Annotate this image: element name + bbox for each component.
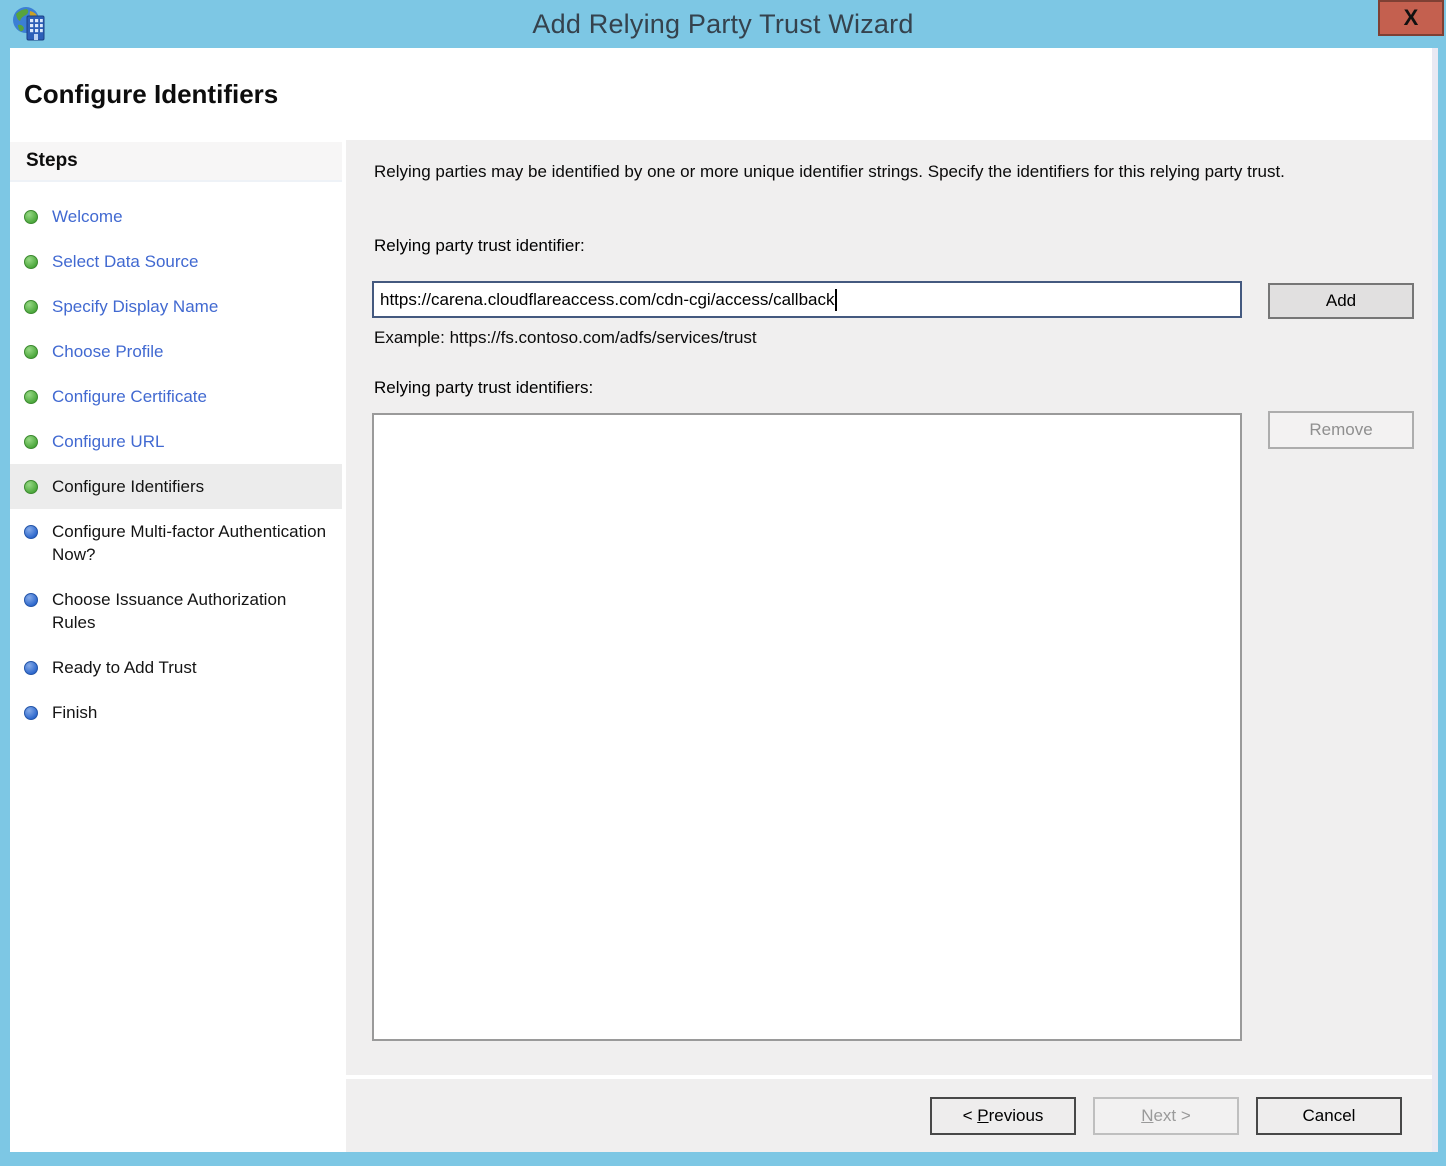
next-button-label: Next >	[1141, 1106, 1191, 1126]
adfs-app-icon	[10, 5, 50, 43]
page-title: Configure Identifiers	[24, 79, 278, 110]
wizard-footer: < Previous Next > Cancel	[346, 1079, 1432, 1152]
step-label: Select Data Source	[52, 250, 198, 273]
step-label: Configure URL	[52, 430, 164, 453]
identifier-example-text: Example: https://fs.contoso.com/adfs/ser…	[374, 328, 757, 348]
identifier-input-value: https://carena.cloudflareaccess.com/cdn-…	[380, 290, 834, 310]
step-done-dot-icon	[24, 435, 38, 449]
close-button[interactable]: X	[1378, 0, 1444, 36]
step-todo-dot-icon	[24, 706, 38, 720]
sidebar-item-finish: Finish	[10, 690, 342, 735]
sidebar-item-select-data-source[interactable]: Select Data Source	[10, 239, 342, 284]
identifier-input-label: Relying party trust identifier:	[374, 236, 585, 256]
step-done-dot-icon	[24, 480, 38, 494]
page-header: Configure Identifiers	[10, 48, 1432, 140]
steps-sidebar: Steps Welcome Select Data Source Specify…	[10, 140, 342, 1152]
step-done-dot-icon	[24, 345, 38, 359]
text-caret	[835, 289, 837, 311]
step-label: Configure Certificate	[52, 385, 207, 408]
add-button[interactable]: Add	[1268, 283, 1414, 319]
relying-party-identifier-input[interactable]: https://carena.cloudflareaccess.com/cdn-…	[372, 281, 1242, 318]
steps-header: Steps	[10, 142, 342, 182]
close-icon: X	[1404, 5, 1419, 31]
step-done-dot-icon	[24, 255, 38, 269]
sidebar-item-specify-display-name[interactable]: Specify Display Name	[10, 284, 342, 329]
step-todo-dot-icon	[24, 525, 38, 539]
step-label: Configure Identifiers	[52, 475, 204, 498]
step-label: Choose Profile	[52, 340, 164, 363]
step-label: Welcome	[52, 205, 123, 228]
previous-button[interactable]: < Previous	[930, 1097, 1076, 1135]
wizard-window: Configure Identifiers Steps Welcome Sele…	[10, 48, 1438, 1152]
panel-description: Relying parties may be identified by one…	[374, 158, 1394, 185]
title-bar: Add Relying Party Trust Wizard X	[0, 0, 1446, 48]
cancel-button-label: Cancel	[1303, 1106, 1356, 1126]
sidebar-item-configure-identifiers[interactable]: Configure Identifiers	[10, 464, 342, 509]
step-label: Finish	[52, 701, 97, 724]
identifiers-list-label: Relying party trust identifiers:	[374, 378, 593, 398]
sidebar-item-configure-url[interactable]: Configure URL	[10, 419, 342, 464]
step-label: Ready to Add Trust	[52, 656, 197, 679]
step-label: Configure Multi-factor Authentication No…	[52, 520, 332, 566]
add-button-label: Add	[1326, 291, 1356, 311]
step-label: Choose Issuance Authorization Rules	[52, 588, 332, 634]
cancel-button[interactable]: Cancel	[1256, 1097, 1402, 1135]
sidebar-item-ready-to-add-trust: Ready to Add Trust	[10, 645, 342, 690]
sidebar-item-choose-profile[interactable]: Choose Profile	[10, 329, 342, 374]
next-button[interactable]: Next >	[1093, 1097, 1239, 1135]
sidebar-item-choose-issuance-rules: Choose Issuance Authorization Rules	[10, 577, 342, 645]
step-done-dot-icon	[24, 300, 38, 314]
step-done-dot-icon	[24, 390, 38, 404]
sidebar-item-configure-certificate[interactable]: Configure Certificate	[10, 374, 342, 419]
steps-list: Welcome Select Data Source Specify Displ…	[10, 182, 342, 735]
sidebar-item-welcome[interactable]: Welcome	[10, 194, 342, 239]
window-title: Add Relying Party Trust Wizard	[0, 9, 1446, 40]
step-todo-dot-icon	[24, 661, 38, 675]
relying-party-identifiers-listbox[interactable]	[372, 413, 1242, 1041]
sidebar-item-configure-multifactor: Configure Multi-factor Authentication No…	[10, 509, 342, 577]
step-todo-dot-icon	[24, 593, 38, 607]
configure-identifiers-panel: Relying parties may be identified by one…	[346, 140, 1432, 1075]
step-done-dot-icon	[24, 210, 38, 224]
step-label: Specify Display Name	[52, 295, 218, 318]
previous-button-label: < Previous	[963, 1106, 1044, 1126]
remove-button[interactable]: Remove	[1268, 411, 1414, 449]
remove-button-label: Remove	[1309, 420, 1372, 440]
